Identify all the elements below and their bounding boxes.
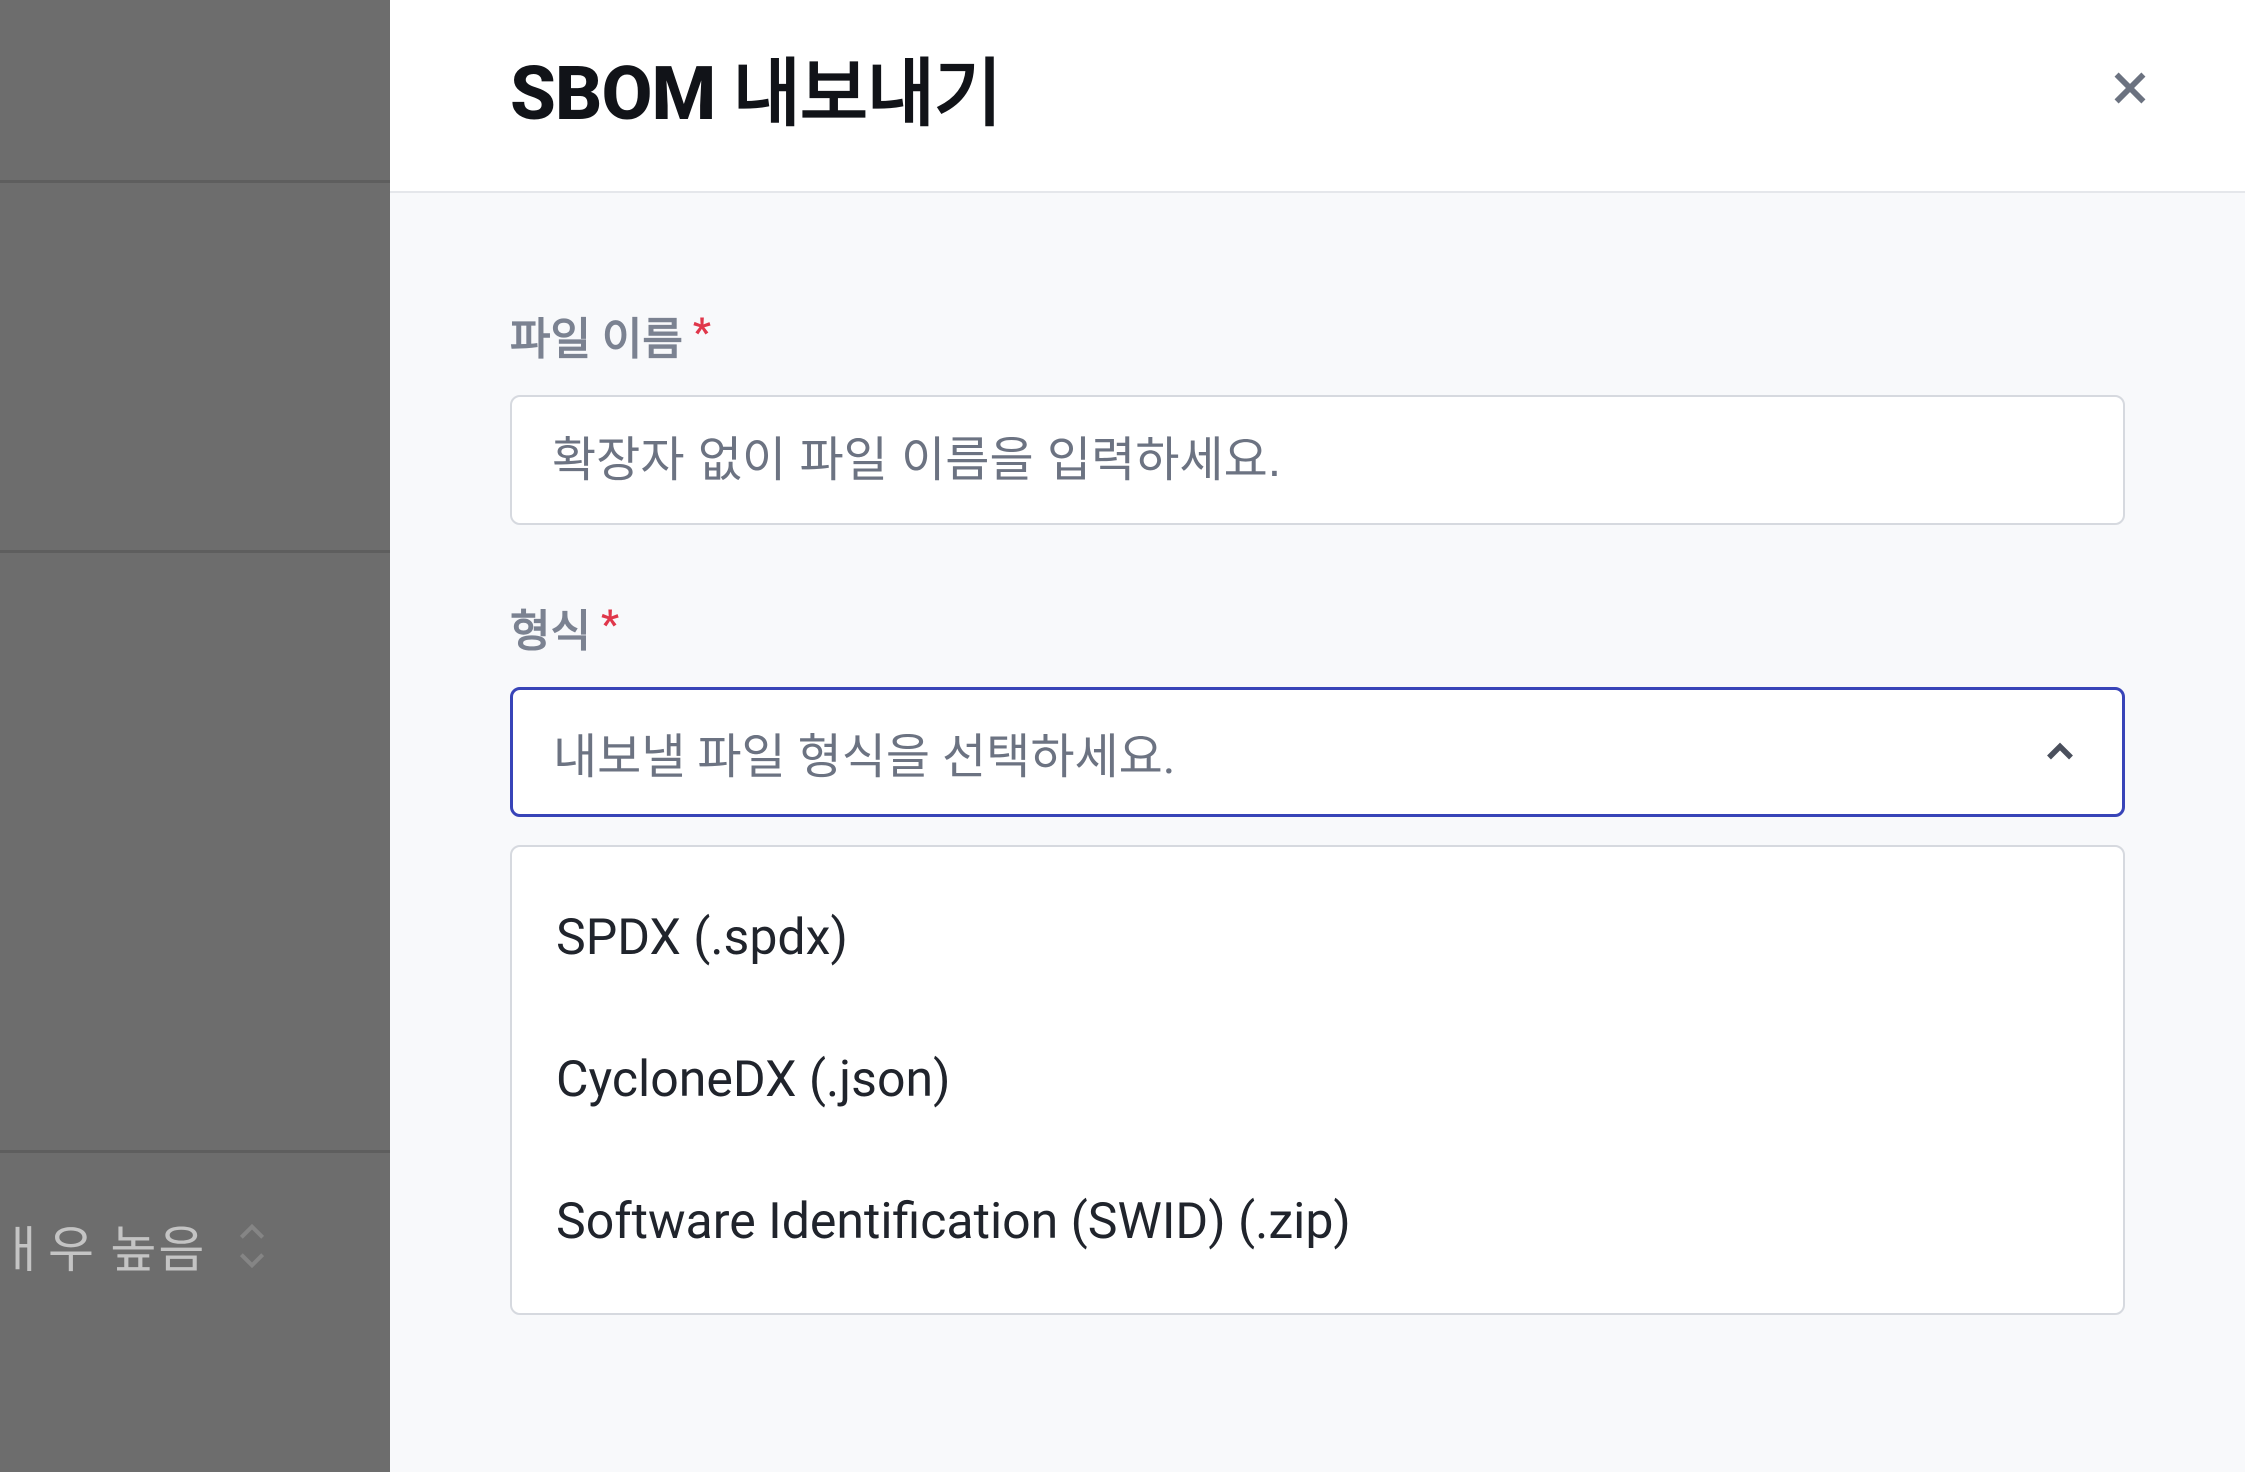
background-text: ㅐ우 높음 bbox=[0, 1210, 268, 1282]
export-sbom-modal: SBOM 내보내기 파일 이름 * 형식 * 내보낼 파일 형식을 선택하세요. bbox=[390, 0, 2245, 1472]
required-indicator: * bbox=[601, 605, 619, 645]
sort-icon bbox=[236, 1221, 268, 1271]
format-select[interactable]: 내보낼 파일 형식을 선택하세요. bbox=[510, 687, 2125, 817]
divider bbox=[0, 1150, 390, 1153]
filename-label: 파일 이름 * bbox=[510, 303, 2125, 367]
format-option-swid[interactable]: Software Identification (SWID) (.zip) bbox=[512, 1151, 2123, 1293]
filename-input[interactable] bbox=[510, 395, 2125, 525]
format-option-cyclonedx[interactable]: CycloneDX (.json) bbox=[512, 1009, 2123, 1151]
close-button[interactable] bbox=[2095, 53, 2165, 123]
background-label: ㅐ우 높음 bbox=[0, 1210, 206, 1282]
format-dropdown: SPDX (.spdx) CycloneDX (.json) Software … bbox=[510, 845, 2125, 1315]
modal-body: 파일 이름 * 형식 * 내보낼 파일 형식을 선택하세요. SPDX (.sp… bbox=[390, 193, 2245, 1472]
modal-header: SBOM 내보내기 bbox=[390, 0, 2245, 193]
format-label: 형식 * bbox=[510, 595, 2125, 659]
filename-label-text: 파일 이름 bbox=[510, 303, 683, 367]
modal-backdrop: ㅐ우 높음 bbox=[0, 0, 390, 1472]
divider bbox=[0, 180, 390, 183]
close-icon bbox=[2107, 65, 2153, 111]
format-select-placeholder: 내보낼 파일 형식을 선택하세요. bbox=[553, 717, 1175, 787]
format-option-spdx[interactable]: SPDX (.spdx) bbox=[512, 867, 2123, 1009]
filename-field: 파일 이름 * bbox=[510, 303, 2125, 525]
format-label-text: 형식 bbox=[510, 595, 591, 659]
required-indicator: * bbox=[693, 313, 711, 353]
divider bbox=[0, 550, 390, 553]
format-field: 형식 * 내보낼 파일 형식을 선택하세요. SPDX (.spdx) Cycl… bbox=[510, 595, 2125, 1315]
chevron-up-icon bbox=[2038, 730, 2082, 774]
modal-title: SBOM 내보내기 bbox=[510, 34, 1001, 141]
